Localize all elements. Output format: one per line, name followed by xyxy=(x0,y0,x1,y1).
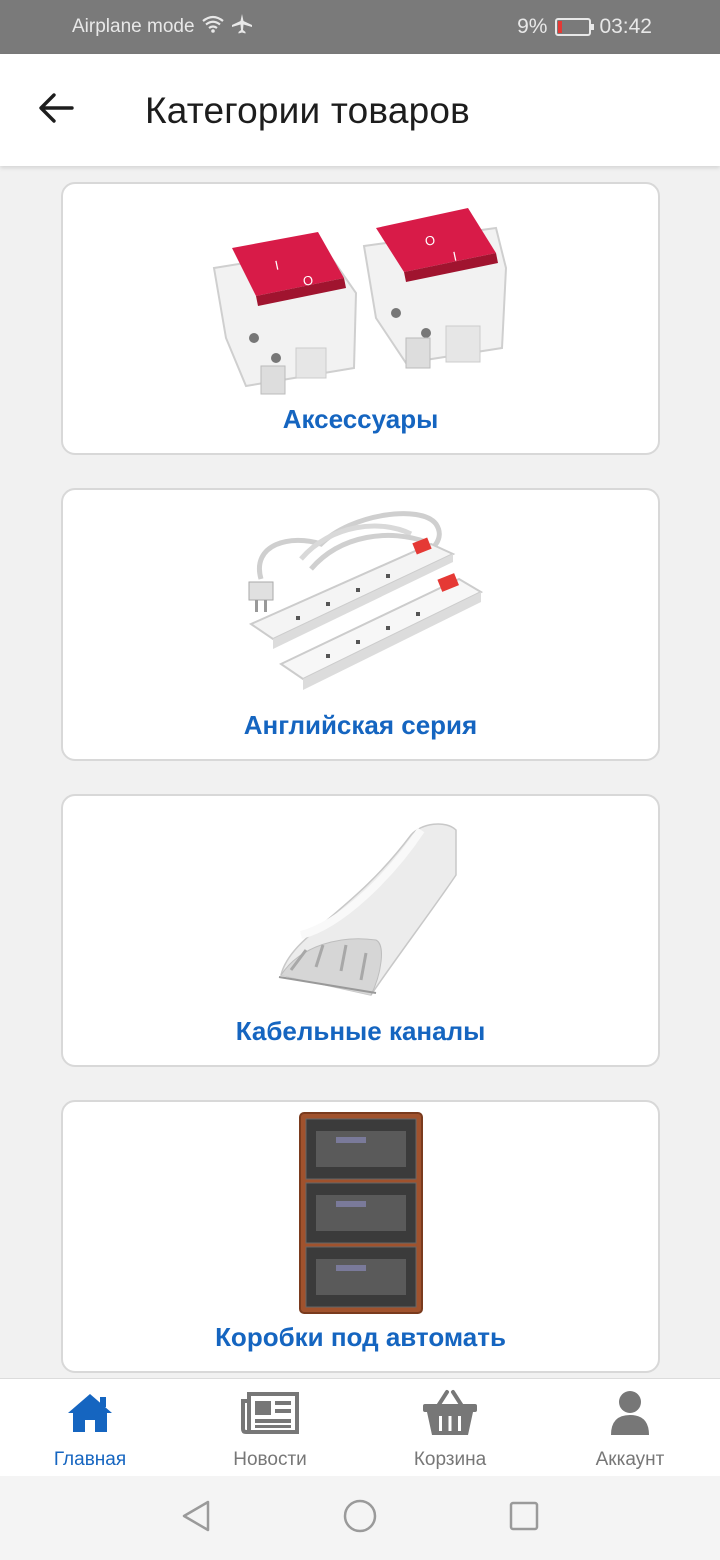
nav-item-account[interactable]: Аккаунт xyxy=(540,1379,720,1476)
home-circle-icon xyxy=(342,1498,378,1539)
arrow-left-icon xyxy=(38,92,74,129)
newspaper-icon xyxy=(240,1387,300,1439)
category-card-breaker-boxes[interactable]: Коробки под автомать xyxy=(61,1100,660,1373)
user-icon xyxy=(600,1387,660,1439)
category-label: Коробки под автомать xyxy=(215,1322,506,1352)
status-right: 9% 03:42 xyxy=(517,15,652,39)
page-title: Категории товаров xyxy=(145,90,471,131)
nav-label: Главная xyxy=(53,1449,127,1470)
bottom-nav: Главная Новости Корзина Аккаунт xyxy=(0,1378,720,1476)
category-image-power-strip xyxy=(63,504,658,704)
back-triangle-icon xyxy=(180,1499,212,1538)
category-card-accessories[interactable]: I O O I Аксессуары xyxy=(61,182,660,455)
basket-icon xyxy=(420,1387,480,1439)
category-label: Аксессуары xyxy=(282,404,439,434)
airplane-mode-text: Airplane mode xyxy=(72,16,195,37)
wifi-icon xyxy=(201,15,225,39)
system-nav-bar xyxy=(0,1476,720,1560)
category-card-cable-channels[interactable]: Кабельные каналы xyxy=(61,794,660,1067)
nav-item-cart[interactable]: Корзина xyxy=(360,1379,540,1476)
battery-icon xyxy=(555,18,595,36)
clock: 03:42 xyxy=(599,15,652,38)
nav-item-news[interactable]: Новости xyxy=(180,1379,360,1476)
category-image-breaker-box xyxy=(63,1108,658,1318)
system-home-button[interactable] xyxy=(338,1496,382,1540)
category-label: Английская серия xyxy=(243,710,478,740)
nav-label: Аккаунт xyxy=(595,1449,665,1470)
app-bar: Категории товаров xyxy=(0,54,720,166)
recents-square-icon xyxy=(508,1500,540,1537)
category-image-cable-channel xyxy=(63,810,658,1010)
system-back-button[interactable] xyxy=(174,1496,218,1540)
status-left: Airplane mode xyxy=(72,13,253,41)
back-button[interactable] xyxy=(34,90,78,130)
category-list: I O O I Аксессуары Английская серия Кабе… xyxy=(0,166,720,1378)
airplane-icon xyxy=(231,13,253,41)
home-icon xyxy=(60,1387,120,1439)
status-bar: Airplane mode 9% 03:42 xyxy=(0,0,720,54)
nav-label: Новости xyxy=(233,1449,307,1470)
system-recents-button[interactable] xyxy=(502,1496,546,1540)
category-image-rocker-switch: I O O I xyxy=(63,198,658,398)
battery-percent: 9% xyxy=(517,15,548,38)
category-label: Кабельные каналы xyxy=(235,1016,486,1046)
category-card-english-series[interactable]: Английская серия xyxy=(61,488,660,761)
nav-label: Корзина xyxy=(413,1449,487,1470)
nav-item-home[interactable]: Главная xyxy=(0,1379,180,1476)
